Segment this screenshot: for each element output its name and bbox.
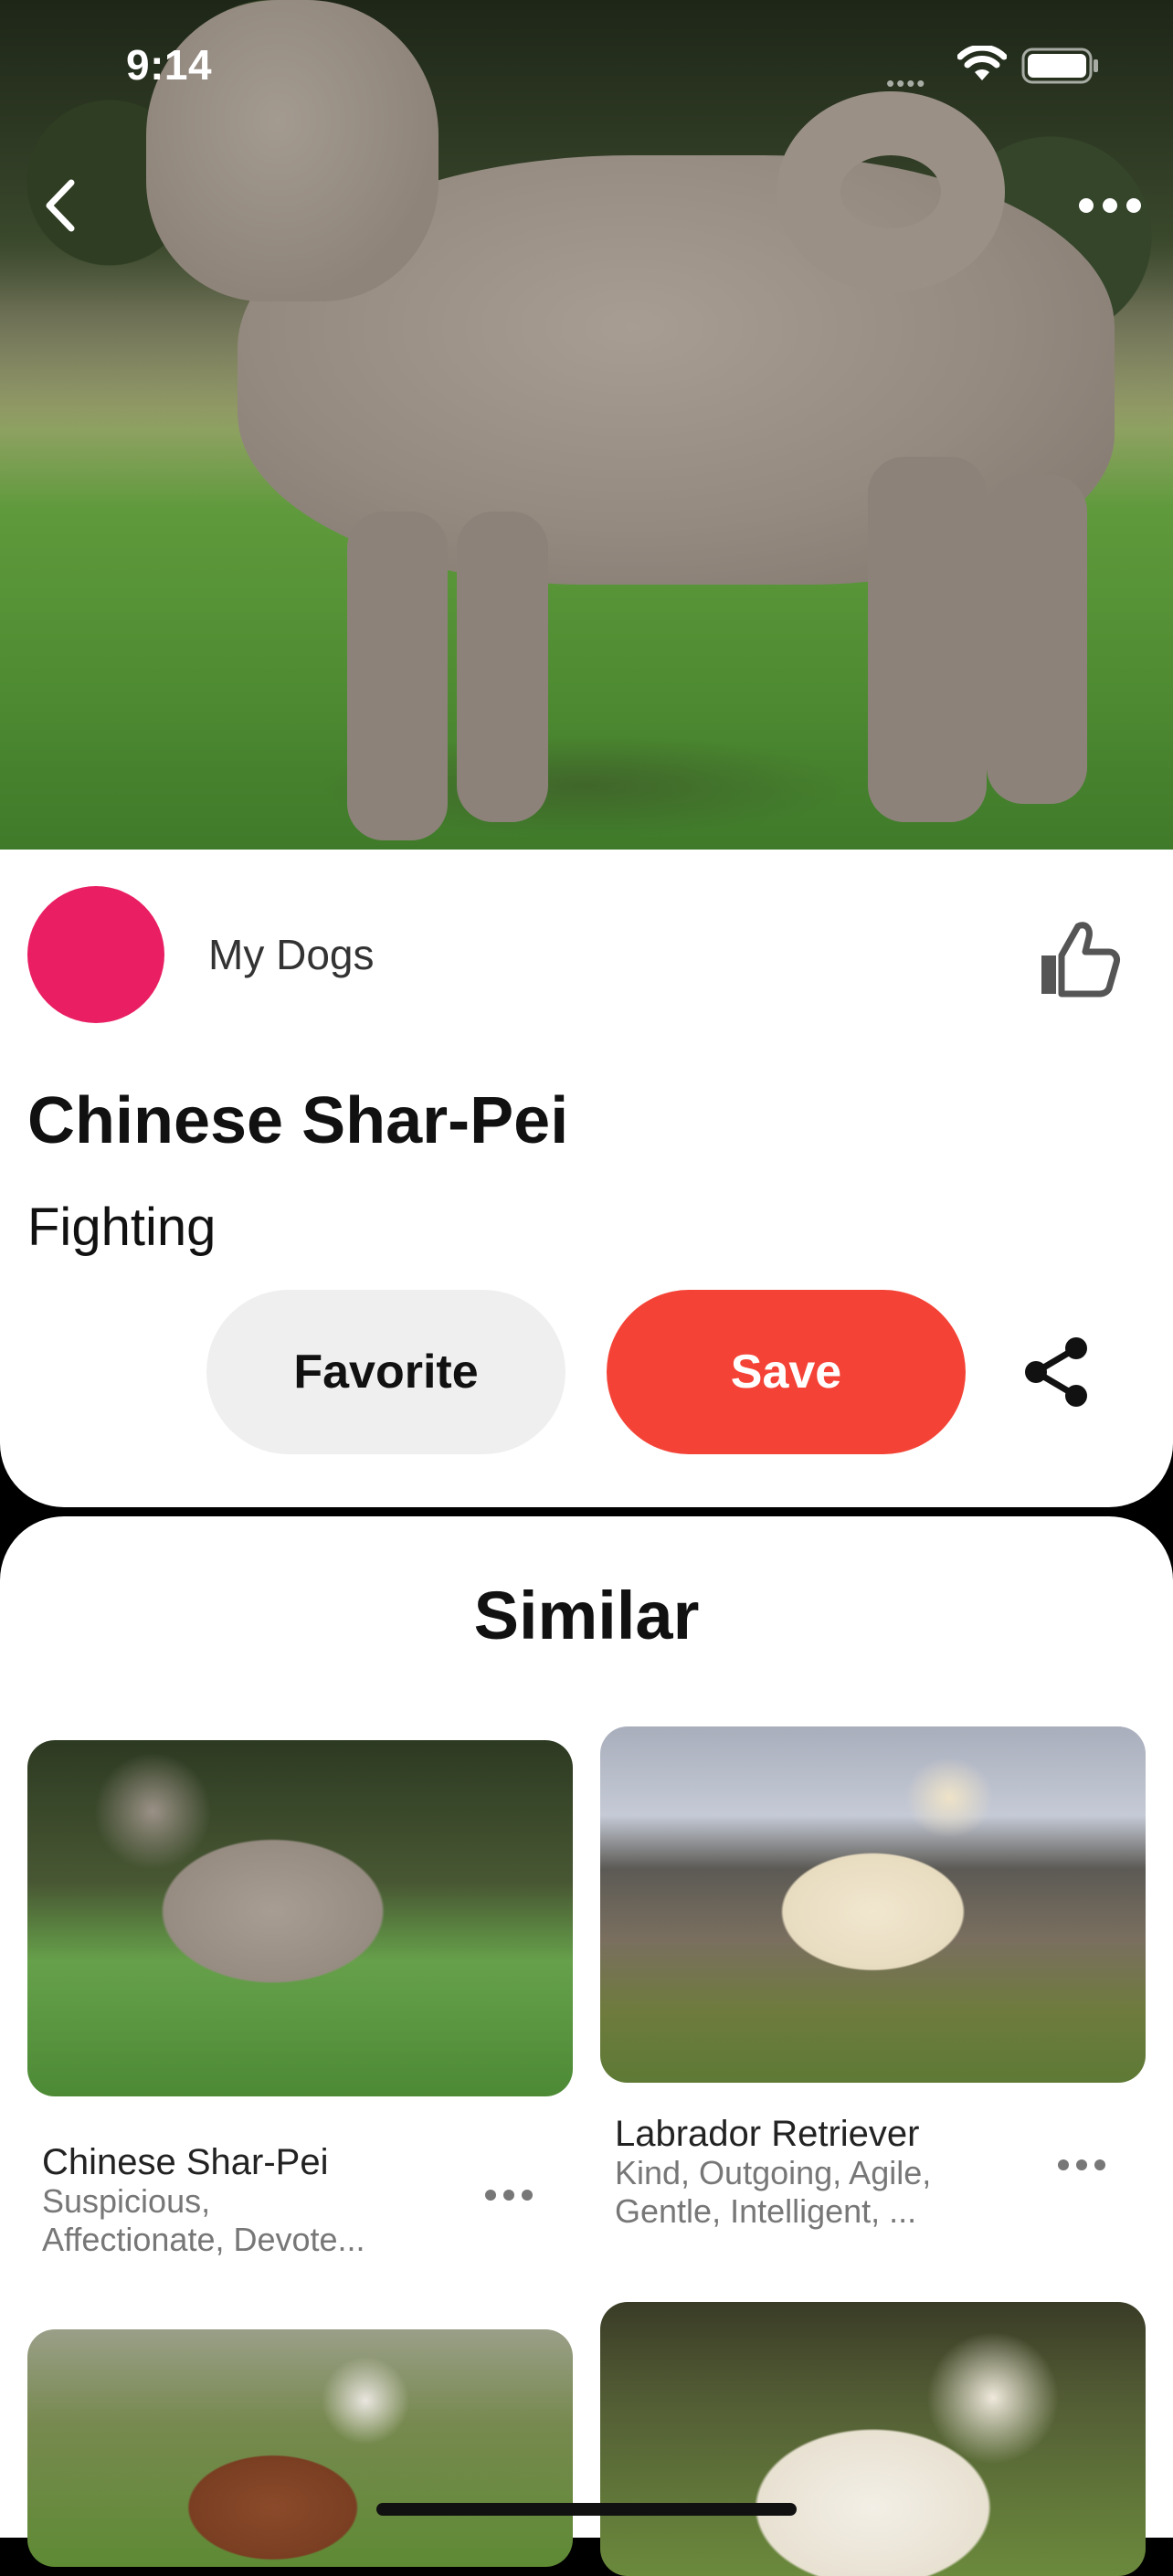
cellular-signal-icon: •••• [886,69,927,97]
pin-image[interactable] [600,2302,1146,2576]
pin-description-line1: Suspicious, [42,2182,211,2220]
battery-icon [1021,48,1098,84]
board-avatar[interactable] [27,886,164,1023]
pin-title: Chinese Shar-Pei [42,2142,329,2182]
pin-image[interactable] [27,2329,573,2567]
pin-title: Labrador Retriever [615,2114,920,2154]
thumbs-up-icon[interactable] [1032,913,1124,1005]
pin-image[interactable] [600,1726,1146,2083]
wifi-icon [957,46,1007,80]
pin-description-line2: Affectionate, Devote... [42,2221,365,2258]
board-name[interactable]: My Dogs [208,930,374,979]
similar-heading: Similar [473,1578,700,1653]
home-indicator[interactable] [376,2503,797,2516]
ellipsis-icon[interactable] [1073,183,1147,228]
ellipsis-icon[interactable] [481,2186,536,2204]
pin-subtitle: Fighting [27,1198,217,1257]
similar-pin-sharpei[interactable]: Chinese Shar-Pei Suspicious, Affectionat… [27,1740,573,2258]
ellipsis-icon[interactable] [1054,2156,1109,2174]
pin-image[interactable] [27,1740,573,2096]
pin-description-line1: Kind, Outgoing, Agile, [615,2154,932,2191]
similar-section: Similar Chinese Shar-Pei Suspicious, Aff… [0,1516,1173,2576]
status-bar: 9:14 •••• [0,0,1173,128]
pin-description-line2: Gentle, Intelligent, ... [615,2192,917,2230]
pin-detail-card: My Dogs Chinese Shar-Pei Fighting Favori… [0,850,1173,1507]
favorite-button[interactable]: Favorite [206,1290,565,1454]
status-time: 9:14 [126,41,213,89]
share-icon[interactable] [1020,1334,1093,1410]
save-button[interactable]: Save [607,1290,966,1454]
chevron-left-icon[interactable] [37,174,91,238]
similar-pin-labrador[interactable]: Labrador Retriever Kind, Outgoing, Agile… [600,1726,1146,2238]
page-title: Chinese Shar-Pei [27,1084,569,1157]
